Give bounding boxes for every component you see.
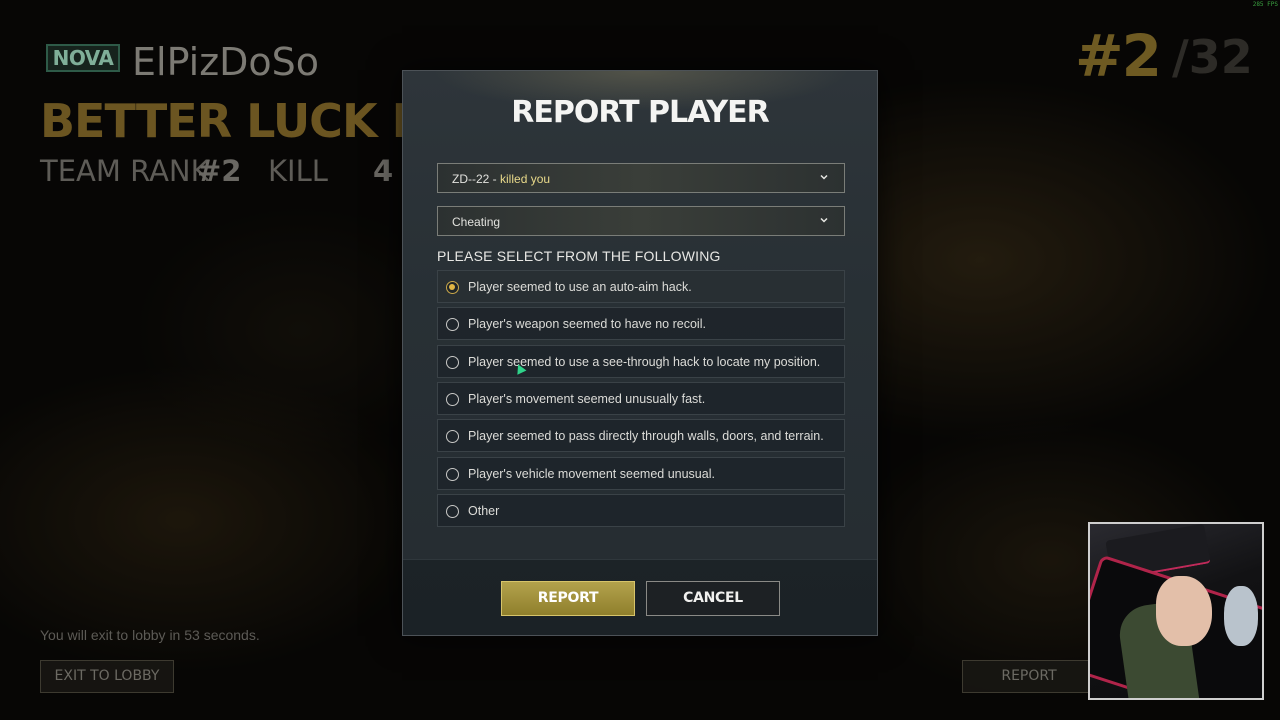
placement-total: /32 [1172, 30, 1253, 84]
radio-unselected-icon[interactable] [446, 504, 459, 518]
radio-unselected-icon[interactable] [446, 430, 459, 444]
exit-countdown-text: You will exit to lobby in 53 seconds. [40, 627, 260, 643]
radio-unselected-icon[interactable] [446, 318, 459, 332]
background-report-button[interactable]: REPORT [962, 660, 1096, 693]
team-rank-label: TEAM RANK [40, 154, 210, 188]
option-label: Player seemed to use an auto-aim hack. [468, 280, 692, 294]
team-rank-value: #2 [197, 154, 242, 188]
dialog-title: REPORT PLAYER [511, 95, 770, 130]
dialog-footer [403, 559, 877, 635]
section-label: PLEASE SELECT FROM THE FOLLOWING [437, 248, 721, 264]
option-label: Player's vehicle movement seemed unusual… [468, 466, 715, 481]
report-reason-option[interactable]: Player's movement seemed unusually fast. [437, 381, 845, 415]
option-label: Other [468, 503, 500, 518]
report-player-dialog: REPORT PLAYER ZD--22 - killed you Cheati… [402, 70, 878, 636]
option-label: Player's weapon seemed to have no recoil… [468, 317, 706, 332]
cancel-button[interactable]: CANCEL [646, 581, 780, 616]
chevron-down-icon [820, 217, 828, 223]
chevron-down-icon [820, 174, 828, 180]
radio-selected-icon[interactable] [446, 281, 459, 294]
reason-select-dropdown[interactable]: Cheating [437, 206, 845, 236]
report-reason-option[interactable]: Player seemed to use an auto-aim hack. [437, 270, 845, 303]
radio-unselected-icon[interactable] [446, 355, 459, 369]
report-reason-option[interactable]: Player seemed to pass directly through w… [437, 419, 845, 453]
fps-counter: 285 FPS [1252, 1, 1278, 8]
option-label: Player's movement seemed unusually fast. [468, 391, 706, 406]
report-reason-option[interactable]: Player's vehicle movement seemed unusual… [437, 456, 845, 490]
result-title: BETTER LUCK NEXT TIME [40, 94, 420, 148]
player-name: ElPizDoSo [132, 40, 320, 84]
webcam-hand [1156, 576, 1212, 646]
reason-select-value: Cheating [452, 215, 501, 229]
option-label: Player seemed to pass directly through w… [468, 429, 824, 444]
exit-to-lobby-button[interactable]: EXIT TO LOBBY [40, 660, 174, 693]
placement-rank: #2 [1075, 22, 1162, 90]
webcam-mouse [1224, 586, 1258, 646]
report-reason-option[interactable]: Player seemed to use a see-through hack … [437, 344, 845, 378]
report-button[interactable]: REPORT [501, 581, 635, 616]
player-select-value: ZD--22 - killed you [452, 172, 551, 186]
radio-unselected-icon[interactable] [446, 467, 459, 481]
player-select-dropdown[interactable]: ZD--22 - killed you [437, 163, 845, 193]
radio-unselected-icon[interactable] [446, 392, 459, 406]
webcam-overlay [1088, 522, 1264, 700]
tier-badge: NOVA [46, 44, 120, 72]
kill-value: 4 [373, 154, 394, 188]
report-reason-option[interactable]: Player's weapon seemed to have no recoil… [437, 307, 845, 341]
report-reason-option[interactable]: Other [437, 493, 845, 527]
kill-label: KILL [268, 154, 328, 188]
